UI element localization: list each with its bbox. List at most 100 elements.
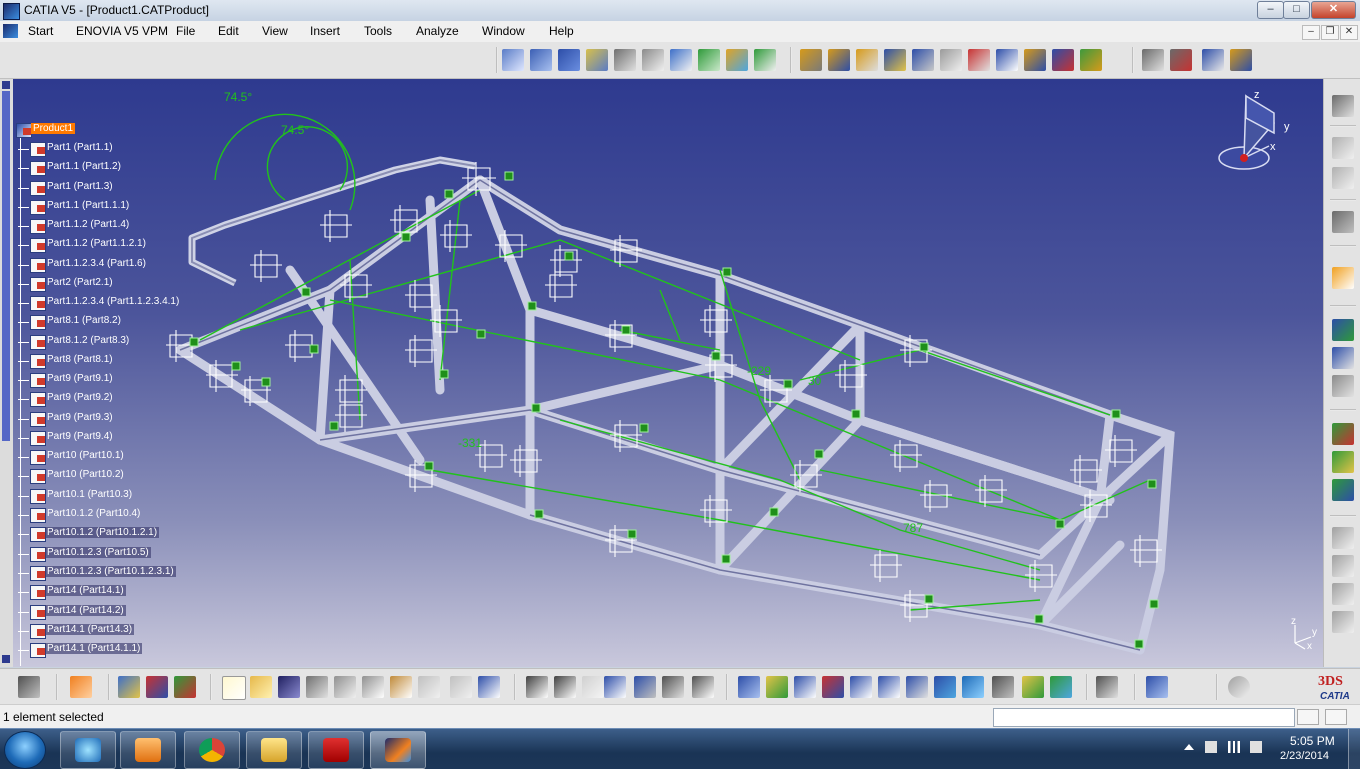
- tree-item-label[interactable]: Part8.1 (Part8.2): [45, 315, 123, 326]
- menu-edit[interactable]: Edit: [218, 24, 239, 38]
- multi-view-icon[interactable]: [934, 676, 956, 698]
- taskbar-catia[interactable]: [370, 731, 426, 769]
- exploded-view-icon[interactable]: [1332, 583, 1354, 605]
- manage-representations-icon[interactable]: [754, 49, 776, 71]
- doc-close-button[interactable]: ✕: [1340, 25, 1358, 40]
- reuse-pattern-icon[interactable]: [1080, 49, 1102, 71]
- select-icon[interactable]: [1332, 267, 1354, 289]
- graph-tree-reordering-icon[interactable]: [670, 49, 692, 71]
- constraint-symbols[interactable]: [189, 171, 1159, 649]
- space-analysis-icon[interactable]: [1332, 319, 1354, 341]
- contact-constraint-icon[interactable]: [856, 49, 878, 71]
- dimension-229[interactable]: -229: [747, 364, 771, 378]
- change-constraint-icon[interactable]: [1052, 49, 1074, 71]
- zoom-in-icon[interactable]: [850, 676, 872, 698]
- close-button[interactable]: ✕: [1311, 1, 1356, 19]
- compass[interactable]: z y x: [1214, 88, 1304, 178]
- new-component-icon[interactable]: [530, 49, 552, 71]
- tree-item-label[interactable]: Part14.1 (Part14.1.1): [45, 643, 143, 654]
- minimize-button[interactable]: –: [1257, 1, 1284, 19]
- flag-note-icon[interactable]: [1332, 479, 1354, 501]
- shading-icon[interactable]: [992, 676, 1014, 698]
- properties-icon[interactable]: [1096, 676, 1118, 698]
- zoom-out-icon[interactable]: [878, 676, 900, 698]
- dimension-787[interactable]: 787: [903, 521, 923, 535]
- menu-file[interactable]: File: [176, 24, 195, 38]
- clock-time[interactable]: 5:05 PM: [1290, 734, 1335, 748]
- scrollbar-thumb[interactable]: [2, 91, 10, 441]
- render-icon[interactable]: [1332, 611, 1354, 633]
- scroll-down-arrow[interactable]: [2, 655, 10, 663]
- undo-icon[interactable]: [418, 676, 440, 698]
- formula-icon[interactable]: [526, 676, 548, 698]
- status-close-button[interactable]: [1325, 709, 1347, 725]
- capture-icon[interactable]: [18, 676, 40, 698]
- stop-manipulate-on-clash-icon[interactable]: [1230, 49, 1252, 71]
- lock-icon[interactable]: [662, 676, 684, 698]
- product-structure-icon[interactable]: [1332, 95, 1354, 117]
- tree-item-label[interactable]: Part2 (Part2.1): [45, 277, 115, 288]
- doc-icon[interactable]: [3, 24, 18, 38]
- tree-item-label[interactable]: Part1.1.2.3.4 (Part1.6): [45, 258, 148, 269]
- dimension-angle-1[interactable]: 74.5°: [224, 90, 252, 104]
- tree-item-label[interactable]: Part10 (Part10.2): [45, 469, 126, 480]
- replace-component-icon[interactable]: [642, 49, 664, 71]
- quick-constraint-icon[interactable]: [996, 49, 1018, 71]
- normal-view-icon[interactable]: [906, 676, 928, 698]
- menu-view[interactable]: View: [262, 24, 288, 38]
- maximize-button[interactable]: □: [1283, 1, 1310, 19]
- new-part-icon[interactable]: [586, 49, 608, 71]
- menu-enovia[interactable]: ENOVIA V5 VPM: [76, 24, 168, 38]
- clash-icon[interactable]: [1332, 347, 1354, 369]
- tree-item-label[interactable]: Part1.1.2 (Part1.1.2.1): [45, 238, 148, 249]
- tree-item-label[interactable]: Part14 (Part14.2): [45, 605, 126, 616]
- tree-item-label[interactable]: Part8 (Part8.1): [45, 354, 115, 365]
- swap-visible-space-icon[interactable]: [1050, 676, 1072, 698]
- knowledge-icon[interactable]: [146, 676, 168, 698]
- equation-icon[interactable]: [692, 676, 714, 698]
- clock-date[interactable]: 2/23/2014: [1280, 750, 1329, 762]
- isometric-view-icon[interactable]: [962, 676, 984, 698]
- taskbar-media[interactable]: [120, 731, 176, 769]
- enhanced-scene-icon[interactable]: [1332, 555, 1354, 577]
- fly-mode-icon[interactable]: [738, 676, 760, 698]
- existing-component-icon[interactable]: [614, 49, 636, 71]
- catia-app-icon[interactable]: [3, 3, 20, 20]
- manipulation-icon[interactable]: [1142, 49, 1164, 71]
- parameter-icon[interactable]: [582, 676, 604, 698]
- tree-item-label[interactable]: Part10.1 (Part10.3): [45, 489, 134, 500]
- catalog-icon[interactable]: [118, 676, 140, 698]
- menu-window[interactable]: Window: [482, 24, 525, 38]
- flexible-subassembly-icon[interactable]: [1024, 49, 1046, 71]
- frame-tubes[interactable]: [175, 175, 1175, 655]
- text-with-leader-icon[interactable]: [1332, 451, 1354, 473]
- menu-tools[interactable]: Tools: [364, 24, 392, 38]
- analysis-icon[interactable]: [1332, 211, 1354, 233]
- angle-constraint-icon[interactable]: [912, 49, 934, 71]
- new-icon[interactable]: [222, 676, 246, 700]
- new-product-icon[interactable]: [558, 49, 580, 71]
- hide-show-icon[interactable]: [1022, 676, 1044, 698]
- chassis-model[interactable]: 74.5° 74.5° -229 787 -331 30: [13, 79, 1323, 667]
- tree-item-label[interactable]: Part9 (Part9.2): [45, 392, 115, 403]
- catalog-browser-icon[interactable]: [502, 49, 524, 71]
- power-input-field[interactable]: [993, 708, 1295, 727]
- tree-item-label[interactable]: Part1 (Part1.1): [45, 142, 115, 153]
- 3d-viewport[interactable]: 74.5° 74.5° -229 787 -331 30: [13, 79, 1323, 667]
- redo-icon[interactable]: [450, 676, 472, 698]
- measure-item-icon[interactable]: [1332, 167, 1354, 189]
- tree-item-label[interactable]: Part1.1.2.3.4 (Part1.1.2.3.4.1): [45, 296, 181, 307]
- tree-scrollbar[interactable]: [0, 79, 13, 667]
- menu-help[interactable]: Help: [549, 24, 574, 38]
- selective-load-icon[interactable]: [726, 49, 748, 71]
- tree-item-label[interactable]: Part9 (Part9.4): [45, 431, 115, 442]
- tree-item-label[interactable]: Part10.1.2 (Part10.4): [45, 508, 142, 519]
- scroll-up-arrow[interactable]: [2, 81, 10, 89]
- rotate-icon[interactable]: [822, 676, 844, 698]
- menu-insert[interactable]: Insert: [310, 24, 340, 38]
- menu-analyze[interactable]: Analyze: [416, 24, 459, 38]
- network-icon[interactable]: [1228, 741, 1240, 753]
- fix-component-icon[interactable]: [940, 49, 962, 71]
- volume-icon[interactable]: [1250, 741, 1262, 753]
- tree-item-label[interactable]: Part1.1 (Part1.1.1): [45, 200, 131, 211]
